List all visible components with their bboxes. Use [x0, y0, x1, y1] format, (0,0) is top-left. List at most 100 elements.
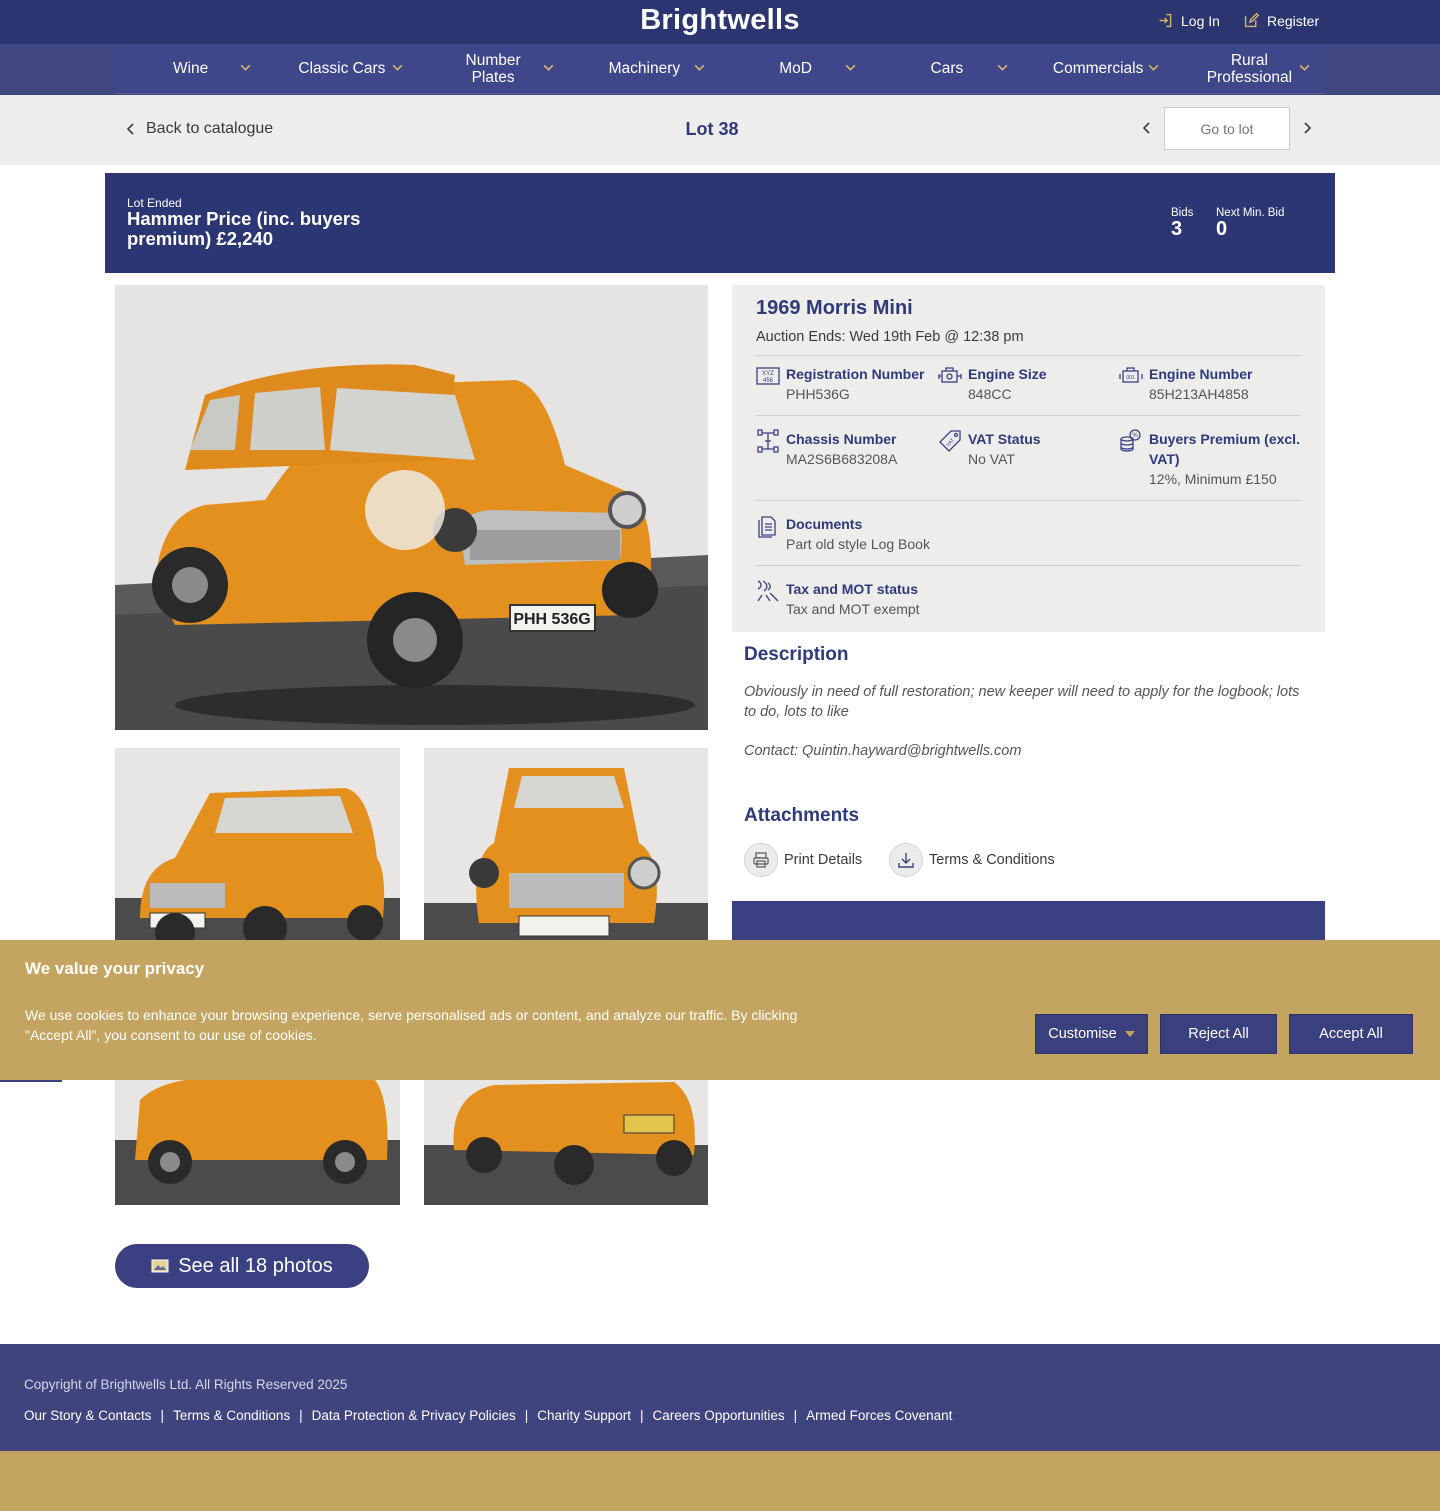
next-lot-icon[interactable]	[1301, 120, 1315, 136]
chevron-down-icon	[1299, 64, 1310, 71]
engine-size-icon	[938, 367, 962, 383]
separator: |	[160, 1408, 165, 1423]
footer-link-our-story[interactable]: Our Story & Contacts	[24, 1408, 152, 1423]
login-icon	[1159, 13, 1172, 28]
description-contact: Contact: Quintin.hayward@brightwells.com	[744, 743, 1022, 759]
spec-documents: Documents Part old style Log Book	[756, 514, 1156, 554]
road-icon	[757, 580, 779, 602]
customise-label: Customise	[1048, 1026, 1117, 1042]
separator: |	[640, 1408, 644, 1423]
nav-item-label: Rural Professional	[1206, 51, 1293, 86]
register-link[interactable]: Register	[1243, 12, 1319, 29]
divider	[756, 415, 1301, 416]
spec-value: 12%, Minimum £150	[1149, 471, 1277, 487]
see-all-photos-button[interactable]: See all 18 photos	[115, 1244, 369, 1288]
spec-value: 848CC	[968, 386, 1012, 402]
see-all-photos-label: See all 18 photos	[178, 1254, 333, 1277]
spec-value: PHH536G	[786, 386, 850, 402]
main-car-photo[interactable]: PHH 536G	[115, 285, 708, 730]
nav-item-mod[interactable]: MoD	[720, 44, 871, 93]
car-thumbnail[interactable]	[424, 748, 708, 962]
main-nav-bar: Wine Classic Cars Number Plates Machiner…	[0, 44, 1440, 95]
nav-item-cars[interactable]: Cars	[871, 44, 1022, 93]
spec-label: Engine Size	[968, 366, 1047, 382]
next-min-bid-value: 0	[1216, 218, 1228, 240]
next-min-bid-stat: Next Min. Bid 0	[1216, 207, 1284, 239]
spec-value: No VAT	[968, 451, 1015, 467]
divider	[756, 500, 1301, 501]
plate-text: PHH 536G	[513, 611, 590, 628]
nav-item-label: Number Plates	[465, 51, 521, 86]
terms-conditions-label: Terms & Conditions	[929, 852, 1055, 868]
previous-lot-icon[interactable]	[1139, 120, 1153, 136]
spec-registration: XYZ 456 Registration Number PHH536G	[756, 364, 936, 404]
description-text: Obviously in need of full restoration; n…	[744, 684, 1300, 720]
chevron-down-icon	[1148, 64, 1159, 71]
svg-text:XYZ: XYZ	[762, 371, 774, 377]
attachments-heading: Attachments	[744, 805, 860, 826]
spec-value: 85H213AH4858	[1149, 386, 1249, 402]
print-details-link[interactable]: Print Details	[744, 843, 862, 877]
spec-engine-number: 001 Engine Number 85H213AH4858	[1119, 364, 1309, 404]
footer-link-armed-forces[interactable]: Armed Forces Covenant	[806, 1408, 952, 1423]
engine-number-icon: 001	[1119, 367, 1143, 383]
description-heading: Description	[744, 644, 849, 665]
nav-item-label: Wine	[172, 60, 209, 77]
spec-label: Chassis Number	[786, 431, 897, 447]
cookie-banner-edge	[0, 1080, 62, 1082]
spec-value: MA2S6B683208A	[786, 451, 898, 467]
footer-link-charity[interactable]: Charity Support	[537, 1408, 631, 1423]
spec-label: Engine Number	[1149, 366, 1253, 382]
login-link[interactable]: Log In	[1157, 12, 1220, 29]
spec-label: Buyers Premium (excl. VAT)	[1149, 431, 1300, 467]
accept-all-button[interactable]: Accept All	[1289, 1014, 1413, 1054]
car-thumbnail[interactable]	[115, 748, 400, 962]
customise-button[interactable]: Customise	[1035, 1014, 1148, 1054]
spec-buyers-premium: % Buyers Premium (excl. VAT) 12%, Minimum…	[1119, 429, 1309, 489]
chevron-down-icon	[997, 64, 1007, 71]
spec-value: Tax and MOT exempt	[786, 601, 920, 617]
auction-end-time: Auction Ends: Wed 19th Feb @ 12:38 pm	[756, 329, 1024, 345]
spec-label: Documents	[786, 516, 863, 532]
separator: |	[299, 1408, 303, 1423]
nav-item-label: Commercials	[1052, 60, 1144, 77]
nav-item-commercials[interactable]: Commercials	[1023, 44, 1174, 93]
lot-details-panel: 1969 Morris Mini Auction Ends: Wed 19th …	[732, 285, 1325, 632]
spec-value: Part old style Log Book	[786, 536, 930, 552]
register-label: Register	[1267, 12, 1320, 29]
go-to-lot-input[interactable]	[1164, 107, 1290, 150]
nav-item-rural-professional[interactable]: Rural Professional	[1174, 44, 1325, 93]
nav-item-label: Cars	[930, 60, 964, 77]
nav-item-label: Machinery	[608, 60, 681, 77]
main-nav: Wine Classic Cars Number Plates Machiner…	[115, 44, 1325, 94]
cookie-heading: We value your privacy	[25, 959, 205, 978]
nav-item-classic-cars[interactable]: Classic Cars	[266, 44, 417, 93]
chevron-down-icon	[392, 64, 402, 71]
footer-link-terms[interactable]: Terms & Conditions	[173, 1408, 290, 1423]
mini-front-three-quarter-image: PHH 536G	[115, 285, 708, 730]
spec-chassis: Chassis Number MA2S6B683208A	[756, 429, 936, 469]
nav-item-number-plates[interactable]: Number Plates	[418, 44, 569, 93]
footer-links: Our Story & Contacts | Terms & Condition…	[24, 1408, 952, 1423]
chevron-down-icon	[845, 64, 856, 71]
brightwells-logo[interactable]: Brightwells	[0, 4, 1440, 37]
spec-tax-mot: Tax and MOT status Tax and MOT exempt	[756, 579, 1156, 619]
bids-value: 3	[1171, 218, 1183, 240]
reject-all-button[interactable]: Reject All	[1160, 1014, 1277, 1054]
lot-status-banner: Lot Ended Hammer Price (inc. buyers prem…	[105, 173, 1335, 273]
separator: |	[524, 1408, 529, 1423]
footer-link-privacy[interactable]: Data Protection & Privacy Policies	[312, 1408, 516, 1423]
top-header: Brightwells Log In Register	[0, 0, 1440, 44]
terms-conditions-download-link[interactable]: Terms & Conditions	[889, 843, 1055, 877]
spec-engine-size: Engine Size 848CC	[938, 364, 1108, 404]
svg-text:001: 001	[1126, 375, 1135, 381]
spec-vat: VAT VAT Status No VAT	[938, 429, 1108, 469]
nav-item-wine[interactable]: Wine	[115, 44, 266, 93]
nav-item-machinery[interactable]: Machinery	[569, 44, 720, 93]
mini-front-image	[424, 748, 708, 962]
cookie-text: We use cookies to enhance your browsing …	[25, 1007, 798, 1043]
printer-icon	[744, 843, 778, 877]
footer-link-careers[interactable]: Careers Opportunities	[653, 1408, 785, 1423]
coins-icon: %	[1120, 429, 1141, 452]
registration-plate-icon: XYZ456	[756, 367, 780, 385]
